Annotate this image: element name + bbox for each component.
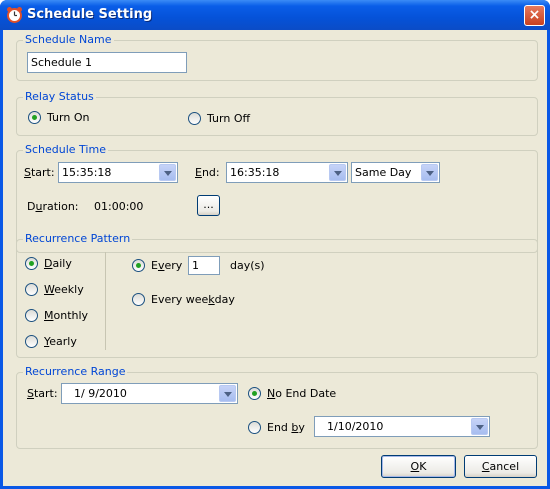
- start-time-label: Start:: [24, 166, 55, 179]
- schedule-name-group-label: Schedule Name: [23, 33, 114, 47]
- close-button[interactable]: ×: [524, 5, 545, 26]
- every-weekday-label[interactable]: Every weekday: [151, 293, 235, 307]
- turn-on-label[interactable]: Turn On: [47, 111, 89, 125]
- recurrence-range-group-label: Recurrence Range: [23, 365, 128, 379]
- ok-button[interactable]: OK: [381, 455, 456, 478]
- chevron-down-icon[interactable]: [329, 164, 346, 181]
- monthly-label[interactable]: Monthly: [44, 309, 88, 323]
- turn-off-radio[interactable]: [188, 112, 201, 125]
- every-days-input[interactable]: 1: [188, 256, 220, 275]
- monthly-radio[interactable]: [25, 309, 38, 322]
- end-by-date-picker[interactable]: 1/10/2010: [314, 416, 490, 437]
- end-time-value: 16:35:18: [230, 166, 280, 179]
- days-unit-label: day(s): [230, 259, 265, 272]
- start-time-picker[interactable]: 15:35:18: [58, 162, 178, 183]
- relay-status-group: Relay Status: [16, 90, 538, 136]
- chevron-down-icon[interactable]: [471, 418, 488, 435]
- duration-label: Duration:: [27, 200, 79, 213]
- title-bar[interactable]: Schedule Setting ×: [0, 0, 550, 30]
- range-start-value: 1/ 9/2010: [74, 387, 127, 400]
- weekly-radio[interactable]: [25, 283, 38, 296]
- every-n-days-radio[interactable]: [132, 259, 145, 272]
- close-icon: ×: [528, 7, 541, 23]
- duration-browse-button[interactable]: ...: [197, 195, 220, 216]
- end-by-radio[interactable]: [248, 421, 261, 434]
- weekly-label[interactable]: Weekly: [44, 283, 84, 297]
- chevron-down-icon[interactable]: [421, 164, 438, 181]
- yearly-label[interactable]: Yearly: [44, 335, 77, 349]
- relay-status-group-label: Relay Status: [23, 90, 96, 104]
- daily-radio[interactable]: [25, 257, 38, 270]
- start-time-value: 15:35:18: [62, 166, 112, 179]
- end-day-value: Same Day: [355, 166, 412, 179]
- daily-label[interactable]: Daily: [44, 257, 72, 271]
- schedule-name-input[interactable]: Schedule 1: [27, 52, 187, 73]
- end-by-value: 1/10/2010: [327, 420, 384, 433]
- range-start-date-picker[interactable]: 1/ 9/2010: [61, 383, 238, 404]
- turn-on-radio[interactable]: [28, 111, 41, 124]
- end-time-picker[interactable]: 16:35:18: [226, 162, 348, 183]
- pattern-divider: [105, 252, 106, 350]
- every-label[interactable]: Every: [151, 259, 182, 273]
- range-start-label: Start:: [27, 387, 58, 400]
- no-end-date-label[interactable]: No End Date: [267, 387, 336, 401]
- end-time-label: End:: [195, 166, 220, 179]
- cancel-button[interactable]: Cancel: [464, 455, 537, 478]
- schedule-time-group-label: Schedule Time: [23, 143, 108, 157]
- end-day-select[interactable]: Same Day: [351, 162, 440, 183]
- alarm-clock-icon: [7, 7, 22, 23]
- recurrence-pattern-group-label: Recurrence Pattern: [23, 232, 133, 246]
- dialog-client-area: Schedule Name Schedule 1 Relay Status Tu…: [3, 30, 547, 486]
- duration-value: 01:00:00: [94, 200, 144, 213]
- end-by-label[interactable]: End by: [267, 421, 305, 435]
- window-title: Schedule Setting: [27, 7, 153, 22]
- yearly-radio[interactable]: [25, 335, 38, 348]
- dialog-window: Schedule Setting × Schedule Name Schedul…: [0, 0, 550, 489]
- chevron-down-icon[interactable]: [159, 164, 176, 181]
- no-end-date-radio[interactable]: [248, 387, 261, 400]
- recurrence-pattern-group: Recurrence Pattern: [16, 232, 538, 358]
- every-weekday-radio[interactable]: [132, 293, 145, 306]
- turn-off-label[interactable]: Turn Off: [207, 112, 250, 126]
- chevron-down-icon[interactable]: [219, 385, 236, 402]
